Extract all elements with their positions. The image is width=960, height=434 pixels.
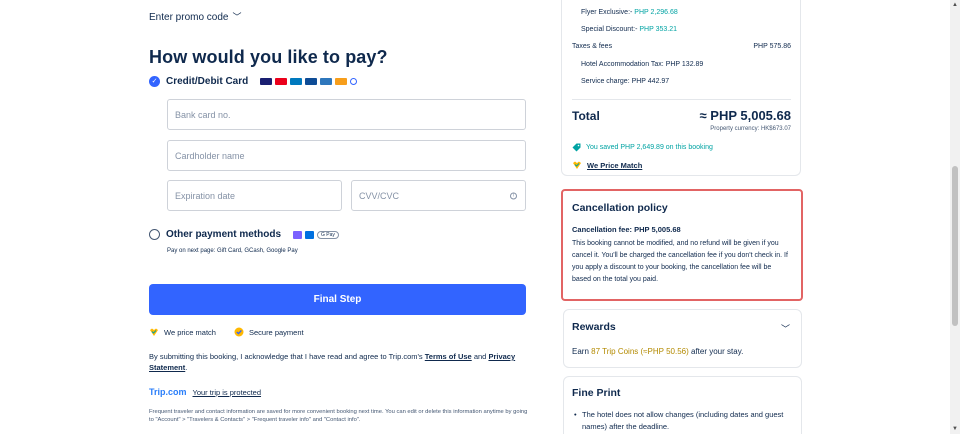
shield-check-icon	[234, 327, 244, 337]
rewards-panel[interactable]: Rewards ﹀ Earn 87 Trip Coins (≈PHP 50.56…	[563, 309, 802, 368]
gift-card-icon	[293, 230, 303, 239]
fine-print-item: The hotel does not allow changes (includ…	[572, 409, 793, 433]
promo-code-label: Enter promo code	[149, 12, 229, 23]
trip-coins-amount: 87 Trip Coins (≈PHP 50.56)	[591, 347, 689, 356]
service-charge-row: Service charge: PHP 442.97	[581, 78, 670, 85]
page-scrollbar[interactable]: ▲ ▼	[950, 0, 960, 434]
cardholder-name-input[interactable]: Cardholder name	[167, 140, 526, 171]
cancellation-fee: Cancellation fee: PHP 5,005.68	[572, 225, 681, 234]
info-icon[interactable]: i	[510, 192, 517, 199]
price-match-badge: We price match	[149, 328, 216, 337]
heart-check-icon	[573, 161, 581, 169]
other-payment-label: Other payment methods	[166, 229, 282, 240]
trip-protected-link[interactable]: Your trip is protected	[193, 388, 262, 397]
savings-text: You saved PHP 2,649.89 on this booking	[586, 144, 713, 151]
expiration-date-input[interactable]: Expiration date	[167, 180, 342, 211]
amex-icon	[320, 78, 333, 85]
taxes-label: Taxes & fees	[572, 43, 613, 50]
price-match-row[interactable]: We Price Match	[572, 161, 642, 170]
rewards-title: Rewards	[572, 321, 616, 333]
scroll-down-icon[interactable]: ▼	[952, 426, 958, 432]
summary-column: Flyer Exclusive:- PHP 2,296.68 Special D…	[561, 0, 803, 434]
trip-logo: Trip.com	[149, 387, 187, 397]
price-details: Flyer Exclusive:- PHP 2,296.68 Special D…	[561, 0, 801, 176]
total-label: Total	[572, 109, 600, 123]
credit-card-label: Credit/Debit Card	[166, 76, 249, 87]
credit-card-option[interactable]: ✓ Credit/Debit Card	[149, 76, 358, 87]
mastercard-icon	[275, 78, 288, 85]
cancellation-policy: Cancellation policy Cancellation fee: PH…	[561, 189, 803, 301]
secure-payment-badge: Secure payment	[234, 327, 304, 337]
payment-title: How would you like to pay?	[149, 47, 388, 67]
card-number-input[interactable]: Bank card no.	[167, 99, 526, 130]
fine-print-panel: Fine Print The hotel does not allow chan…	[563, 376, 802, 434]
secure-payment-text: Secure payment	[248, 327, 304, 337]
google-pay-icon: G Pay	[317, 230, 339, 239]
expiry-placeholder: Expiration date	[175, 190, 236, 201]
divider	[572, 99, 791, 100]
cancellation-title: Cancellation policy	[572, 202, 668, 214]
card-number-placeholder: Bank card no.	[175, 109, 231, 120]
heart-check-icon	[150, 328, 158, 336]
trip-protection: Trip.com Your trip is protected	[149, 387, 261, 397]
unionpay-icon	[350, 78, 358, 85]
trust-badges: We price match Secure payment	[149, 327, 304, 337]
cvv-input[interactable]: CVV/CVC i	[351, 180, 526, 211]
cardholder-placeholder: Cardholder name	[175, 150, 245, 161]
terms-statement: By submitting this booking, I acknowledg…	[149, 352, 516, 372]
footnote: Frequent traveler and contact informatio…	[149, 409, 528, 423]
terms-prefix: By submitting this booking, I acknowledg…	[149, 352, 423, 361]
price-match-text: We price match	[164, 327, 216, 337]
cancellation-text: This booking cannot be modified, and no …	[572, 240, 788, 283]
radio-checked-icon[interactable]: ✓	[149, 76, 160, 87]
terms-of-use-link[interactable]: Terms of Use	[425, 352, 472, 361]
payment-section: Enter promo code ﹀ How would you like to…	[149, 0, 529, 434]
price-match-link[interactable]: We Price Match	[587, 161, 642, 170]
other-payment-subtext: Pay on next page: Gift Card, GCash, Goog…	[167, 248, 298, 254]
other-payment-logos: G Pay	[293, 230, 339, 239]
scroll-thumb[interactable]	[952, 166, 958, 326]
taxes-value: PHP 575.86	[753, 43, 791, 50]
savings-row: You saved PHP 2,649.89 on this booking	[572, 143, 713, 152]
property-currency: Property currency: HK$673.07	[710, 126, 791, 132]
scroll-up-icon[interactable]: ▲	[952, 2, 958, 8]
tag-icon	[572, 143, 581, 152]
other-payment-option[interactable]: Other payment methods G Pay	[149, 229, 339, 240]
gcash-icon	[305, 230, 315, 239]
hotel-tax-row: Hotel Accommodation Tax: PHP 132.89	[581, 61, 704, 68]
fine-print-title: Fine Print	[572, 387, 621, 399]
terms-and: and	[473, 352, 487, 361]
discover-icon	[335, 78, 348, 85]
diners-icon	[290, 78, 303, 85]
visa-icon	[260, 78, 273, 85]
flyer-exclusive-row: Flyer Exclusive:- PHP 2,296.68	[581, 9, 678, 16]
radio-empty-icon[interactable]	[149, 229, 160, 240]
promo-code-toggle[interactable]: Enter promo code ﹀	[149, 11, 242, 24]
rewards-text: Earn 87 Trip Coins (≈PHP 50.56) after yo…	[572, 347, 744, 356]
card-logos	[260, 78, 358, 85]
special-discount-row: Special Discount:- PHP 353.21	[581, 26, 677, 33]
chevron-down-icon[interactable]: ﹀	[781, 322, 790, 335]
cvv-placeholder: CVV/CVC	[359, 190, 400, 201]
chevron-down-icon: ﹀	[232, 12, 242, 22]
jcb-icon	[305, 78, 318, 85]
total-value: ≈ PHP 5,005.68	[699, 108, 791, 123]
final-step-button[interactable]: Final Step	[149, 284, 526, 315]
